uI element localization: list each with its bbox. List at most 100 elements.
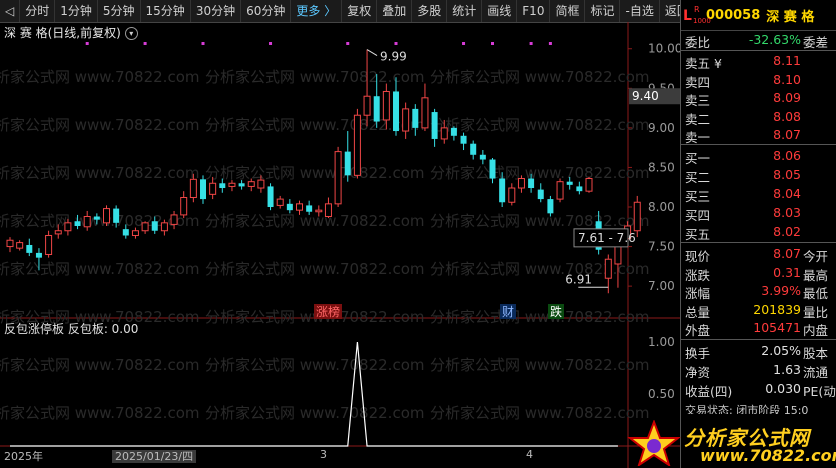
signal-marker xyxy=(462,42,466,45)
candle xyxy=(363,49,371,127)
chevron-down-icon[interactable]: ▾ xyxy=(124,27,138,40)
brand-logo: 分析家公式网 www.70822.com xyxy=(626,420,836,468)
selected-date-wrap: 2025/01/23/四 xyxy=(112,448,197,464)
candle xyxy=(393,77,399,136)
simple-frame-button[interactable]: 简框 xyxy=(550,0,586,22)
weibi-row: 委比 -32.63% 委差 xyxy=(681,31,836,50)
watermark: 分析家公式网 www.70822.com 分析家公式网 www.70822.com… xyxy=(0,68,650,422)
quote-panel: L R 1000 000058 深 赛 格 委比 -32.63% 委差 卖五 ¥… xyxy=(680,0,836,468)
ask-row: 卖三 8.09 xyxy=(681,89,836,108)
candle xyxy=(450,126,457,141)
stat-row-label2: 最低 xyxy=(803,286,829,301)
ask-row-value: 8.09 xyxy=(773,90,801,105)
candle xyxy=(556,178,564,203)
event-tag: 跌 xyxy=(550,304,562,319)
event-tag: 财 xyxy=(502,305,514,319)
remove-watchlist-button[interactable]: -自选 xyxy=(620,0,660,22)
tab-60min[interactable]: 60分钟 xyxy=(241,0,292,22)
stat2-row: 换手 2.05% 股本 xyxy=(681,342,836,361)
logo-l: L xyxy=(683,8,692,24)
signal-marker xyxy=(85,42,89,45)
logo-r: R xyxy=(694,5,700,14)
overlay-button[interactable]: 叠加 xyxy=(377,0,413,22)
watermark-text: 分析家公式网 www.70822.com xyxy=(205,212,425,230)
ask-row: 卖二 8.08 xyxy=(681,108,836,127)
candle xyxy=(141,221,149,234)
candle xyxy=(576,181,583,195)
watermark-text: 分析家公式网 www.70822.com xyxy=(0,164,200,182)
current-price-label: 9.40 xyxy=(632,89,659,103)
toolbar-prev-button[interactable]: ◁ xyxy=(0,0,21,22)
quote-header: L R 1000 000058 深 赛 格 xyxy=(681,0,836,31)
watermark-text: 分析家公式网 www.70822.com xyxy=(0,356,200,374)
candle xyxy=(508,183,516,206)
bid-row: 买一 8.06 xyxy=(681,147,836,166)
ask-row-label: 卖四 xyxy=(685,74,711,90)
period-toolbar: ◁ 分时 1分钟 5分钟 15分钟 30分钟 60分钟 更多 〉 复权 叠加 多… xyxy=(0,0,695,23)
statistics-button[interactable]: 统计 xyxy=(447,0,483,22)
candle xyxy=(585,176,593,193)
candle xyxy=(6,237,14,253)
divider xyxy=(681,242,836,243)
watermark-text: 分析家公式网 www.70822.com xyxy=(430,308,650,326)
stat2-row-label: 净资 xyxy=(685,365,711,380)
f10-button[interactable]: F10 xyxy=(517,0,551,22)
divider xyxy=(681,50,836,51)
high-price-label: 9.99 xyxy=(380,50,407,64)
stat-row: 总量 201839 量比 xyxy=(681,301,836,320)
ask-row: 卖四 8.10 xyxy=(681,71,836,90)
bid-row: 买四 8.03 xyxy=(681,204,836,223)
price-tick-label: 7.00 xyxy=(648,279,675,293)
signal-marker xyxy=(548,42,552,45)
bid-row: 买五 8.02 xyxy=(681,223,836,242)
tab-5min[interactable]: 5分钟 xyxy=(98,0,141,22)
bid-row-value: 8.05 xyxy=(773,167,801,182)
stat2-row-label2: PE(动 xyxy=(803,384,836,399)
watermark-text: 分析家公式网 www.70822.com xyxy=(0,212,200,230)
stat-row-value: 105471 xyxy=(753,320,801,335)
bid-row-value: 8.03 xyxy=(773,205,801,220)
kline-chart[interactable]: 分析家公式网 www.70822.com 分析家公式网 www.70822.com… xyxy=(0,22,680,468)
stat-row: 现价 8.07 今开 xyxy=(681,245,836,264)
stat-row-label2: 今开 xyxy=(803,249,829,264)
watermark-text: 分析家公式网 www.70822.com xyxy=(0,68,200,86)
stat-row-label: 涨幅 xyxy=(685,286,711,301)
indicator-title[interactable]: 反包涨停板 反包板: 0.00 xyxy=(4,320,138,337)
watermark-text: 分析家公式网 www.70822.com xyxy=(205,116,425,134)
stat-row-label: 现价 xyxy=(685,249,711,264)
chart-title-text: 深 赛 格(日线,前复权) xyxy=(4,26,121,40)
trade-status: 交易状态: 闭市阶段 15:0 xyxy=(685,404,809,414)
tab-30min[interactable]: 30分钟 xyxy=(191,0,242,22)
stat2-row-label: 收益(四) xyxy=(685,384,733,399)
candle xyxy=(16,240,24,251)
watermark-text: 分析家公式网 www.70822.com xyxy=(205,356,425,374)
top-markers xyxy=(85,42,552,45)
restore-rights-button[interactable]: 复权 xyxy=(342,0,378,22)
range-label: 7.61 - 7.6 xyxy=(578,231,636,245)
stat2-row: 收益(四) 0.030 PE(动 xyxy=(681,380,836,399)
watermark-text: 分析家公式网 www.70822.com xyxy=(205,164,425,182)
candle xyxy=(200,175,206,204)
signal-marker xyxy=(201,42,205,45)
bid-row-label: 买二 xyxy=(685,170,711,185)
stat-row: 外盘 105471 内盘 xyxy=(681,319,836,338)
low-price-label: 6.91 xyxy=(565,272,592,286)
stat2-row-label2: 流通 xyxy=(803,365,829,380)
mark-button[interactable]: 标记 xyxy=(585,0,621,22)
signal-marker xyxy=(346,42,350,45)
candle xyxy=(103,205,110,226)
ask-row-value: 8.07 xyxy=(773,127,801,142)
tab-1min[interactable]: 1分钟 xyxy=(55,0,98,22)
watermark-text: 分析家公式网 www.70822.com xyxy=(430,212,650,230)
ask-row-value: 8.08 xyxy=(773,108,801,124)
candle xyxy=(421,83,429,132)
draw-line-button[interactable]: 画线 xyxy=(482,0,518,22)
tab-15min[interactable]: 15分钟 xyxy=(141,0,191,22)
tab-more[interactable]: 更多 〉 xyxy=(291,0,343,22)
event-tag: 涨榜 xyxy=(316,304,340,319)
tab-intraday[interactable]: 分时 xyxy=(20,0,56,22)
stat-row: 涨跌 0.31 最高 xyxy=(681,264,836,283)
candle xyxy=(479,150,486,165)
multi-stock-button[interactable]: 多股 xyxy=(412,0,448,22)
bid-row-label: 买三 xyxy=(685,189,711,204)
